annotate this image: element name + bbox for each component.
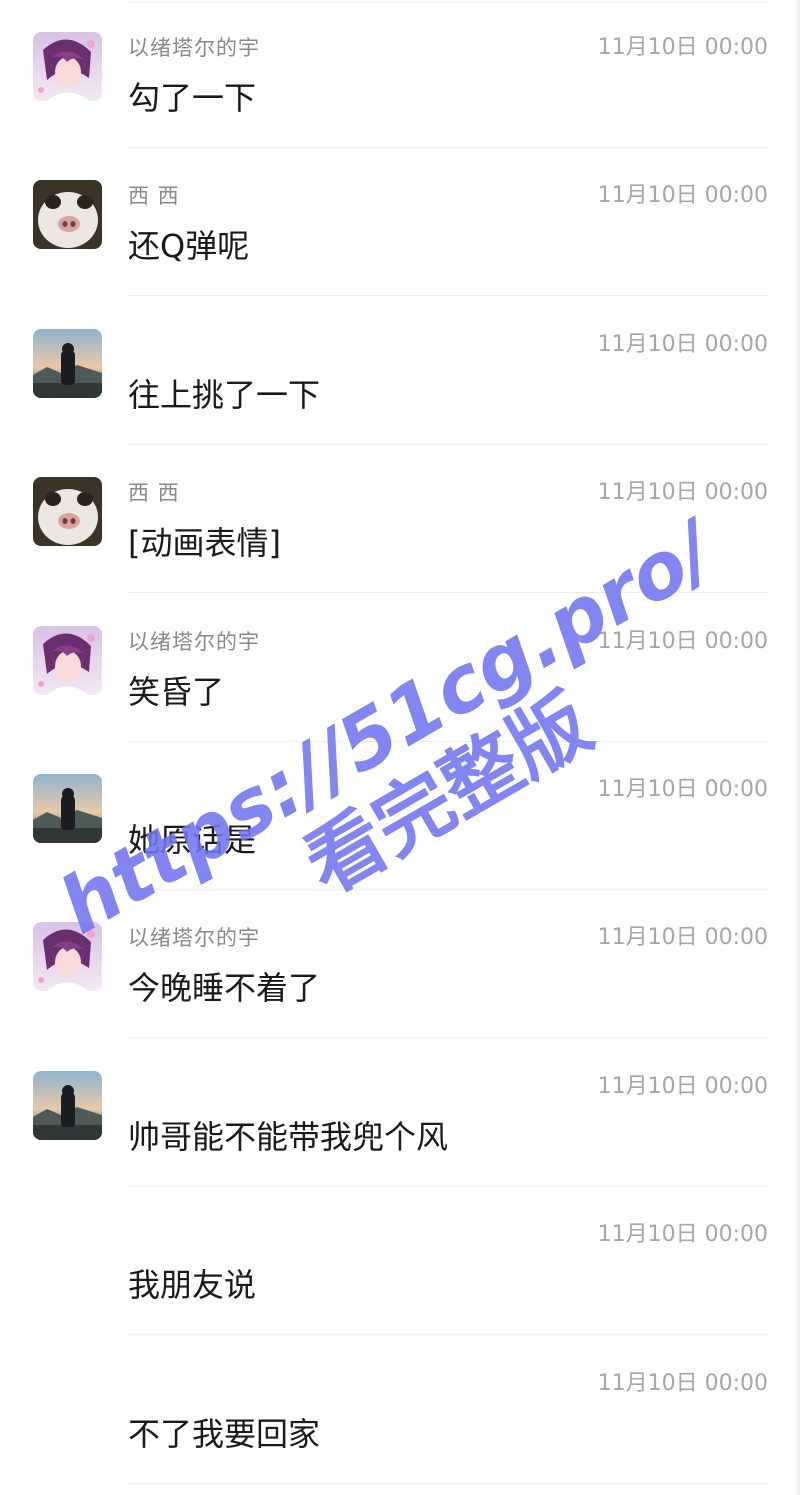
message-timestamp: 11月10日 00:00 <box>597 480 768 505</box>
message-text[interactable]: [动画表情] <box>128 525 281 561</box>
anime-girl-avatar[interactable] <box>33 32 102 101</box>
scroll-edge <box>794 0 800 1495</box>
message-timestamp: 11月10日 00:00 <box>597 35 768 60</box>
landscape-avatar[interactable] <box>33 774 102 843</box>
sender-name: 西 西 <box>128 184 180 208</box>
chat-message-row[interactable]: 11月10日 00:00 不了我要回家 <box>0 1336 800 1484</box>
landscape-avatar[interactable] <box>33 329 102 398</box>
message-text[interactable]: 勾了一下 <box>128 80 256 116</box>
message-text[interactable]: 笑昏了 <box>128 674 224 710</box>
chat-message-row[interactable]: 西 西 11月10日 00:00 还Q弹呢 <box>0 148 800 296</box>
sender-name: 西 西 <box>128 481 180 505</box>
chat-message-row[interactable]: 11月10日 00:00 我朋友说 <box>0 1187 800 1335</box>
chat-message-row[interactable]: 以绪塔尔的宇 11月10日 00:00 今晚睡不着了 <box>0 890 800 1038</box>
message-text[interactable]: 今晚睡不着了 <box>128 970 320 1006</box>
message-text[interactable]: 还Q弹呢 <box>128 228 249 264</box>
message-timestamp: 11月10日 00:00 <box>597 332 768 357</box>
message-text[interactable]: 她原话是 <box>128 822 256 858</box>
message-timestamp: 11月10日 00:00 <box>597 777 768 802</box>
rabbit-avatar[interactable] <box>33 477 102 546</box>
message-timestamp: 11月10日 00:00 <box>597 1371 768 1396</box>
sender-name: 以绪塔尔的宇 <box>128 36 260 60</box>
row-divider <box>128 1037 768 1038</box>
message-text[interactable]: 帅哥能不能带我兜个风 <box>128 1119 448 1155</box>
message-timestamp: 11月10日 00:00 <box>597 1074 768 1099</box>
message-timestamp: 11月10日 00:00 <box>597 629 768 654</box>
rabbit-avatar[interactable] <box>33 180 102 249</box>
message-text[interactable]: 往上挑了一下 <box>128 377 320 413</box>
message-timestamp: 11月10日 00:00 <box>597 1222 768 1247</box>
message-timestamp: 11月10日 00:00 <box>597 925 768 950</box>
anime-girl-avatar[interactable] <box>33 922 102 991</box>
chat-message-row[interactable]: 11月10日 00:00 往上挑了一下 <box>0 297 800 445</box>
anime-girl-avatar[interactable] <box>33 626 102 695</box>
chat-message-row[interactable]: 11月10日 00:00 帅哥能不能带我兜个风 <box>0 1039 800 1187</box>
chat-message-row[interactable]: 以绪塔尔的宇 11月10日 00:00 勾了一下 <box>0 0 800 148</box>
row-divider <box>128 1483 768 1484</box>
landscape-avatar[interactable] <box>33 1071 102 1140</box>
sender-name: 以绪塔尔的宇 <box>128 630 260 654</box>
row-divider <box>128 1334 768 1335</box>
chat-message-row[interactable]: 以绪塔尔的宇 11月10日 00:00 笑昏了 <box>0 594 800 742</box>
row-divider <box>128 295 768 296</box>
message-text[interactable]: 我朋友说 <box>128 1267 256 1303</box>
chat-message-row[interactable]: 西 西 11月10日 00:00 [动画表情] <box>0 445 800 593</box>
row-divider <box>128 592 768 593</box>
sender-name: 以绪塔尔的宇 <box>128 926 260 950</box>
chat-message-row[interactable]: 11月10日 00:00 她原话是 <box>0 742 800 890</box>
message-text[interactable]: 不了我要回家 <box>128 1416 320 1452</box>
message-timestamp: 11月10日 00:00 <box>597 183 768 208</box>
